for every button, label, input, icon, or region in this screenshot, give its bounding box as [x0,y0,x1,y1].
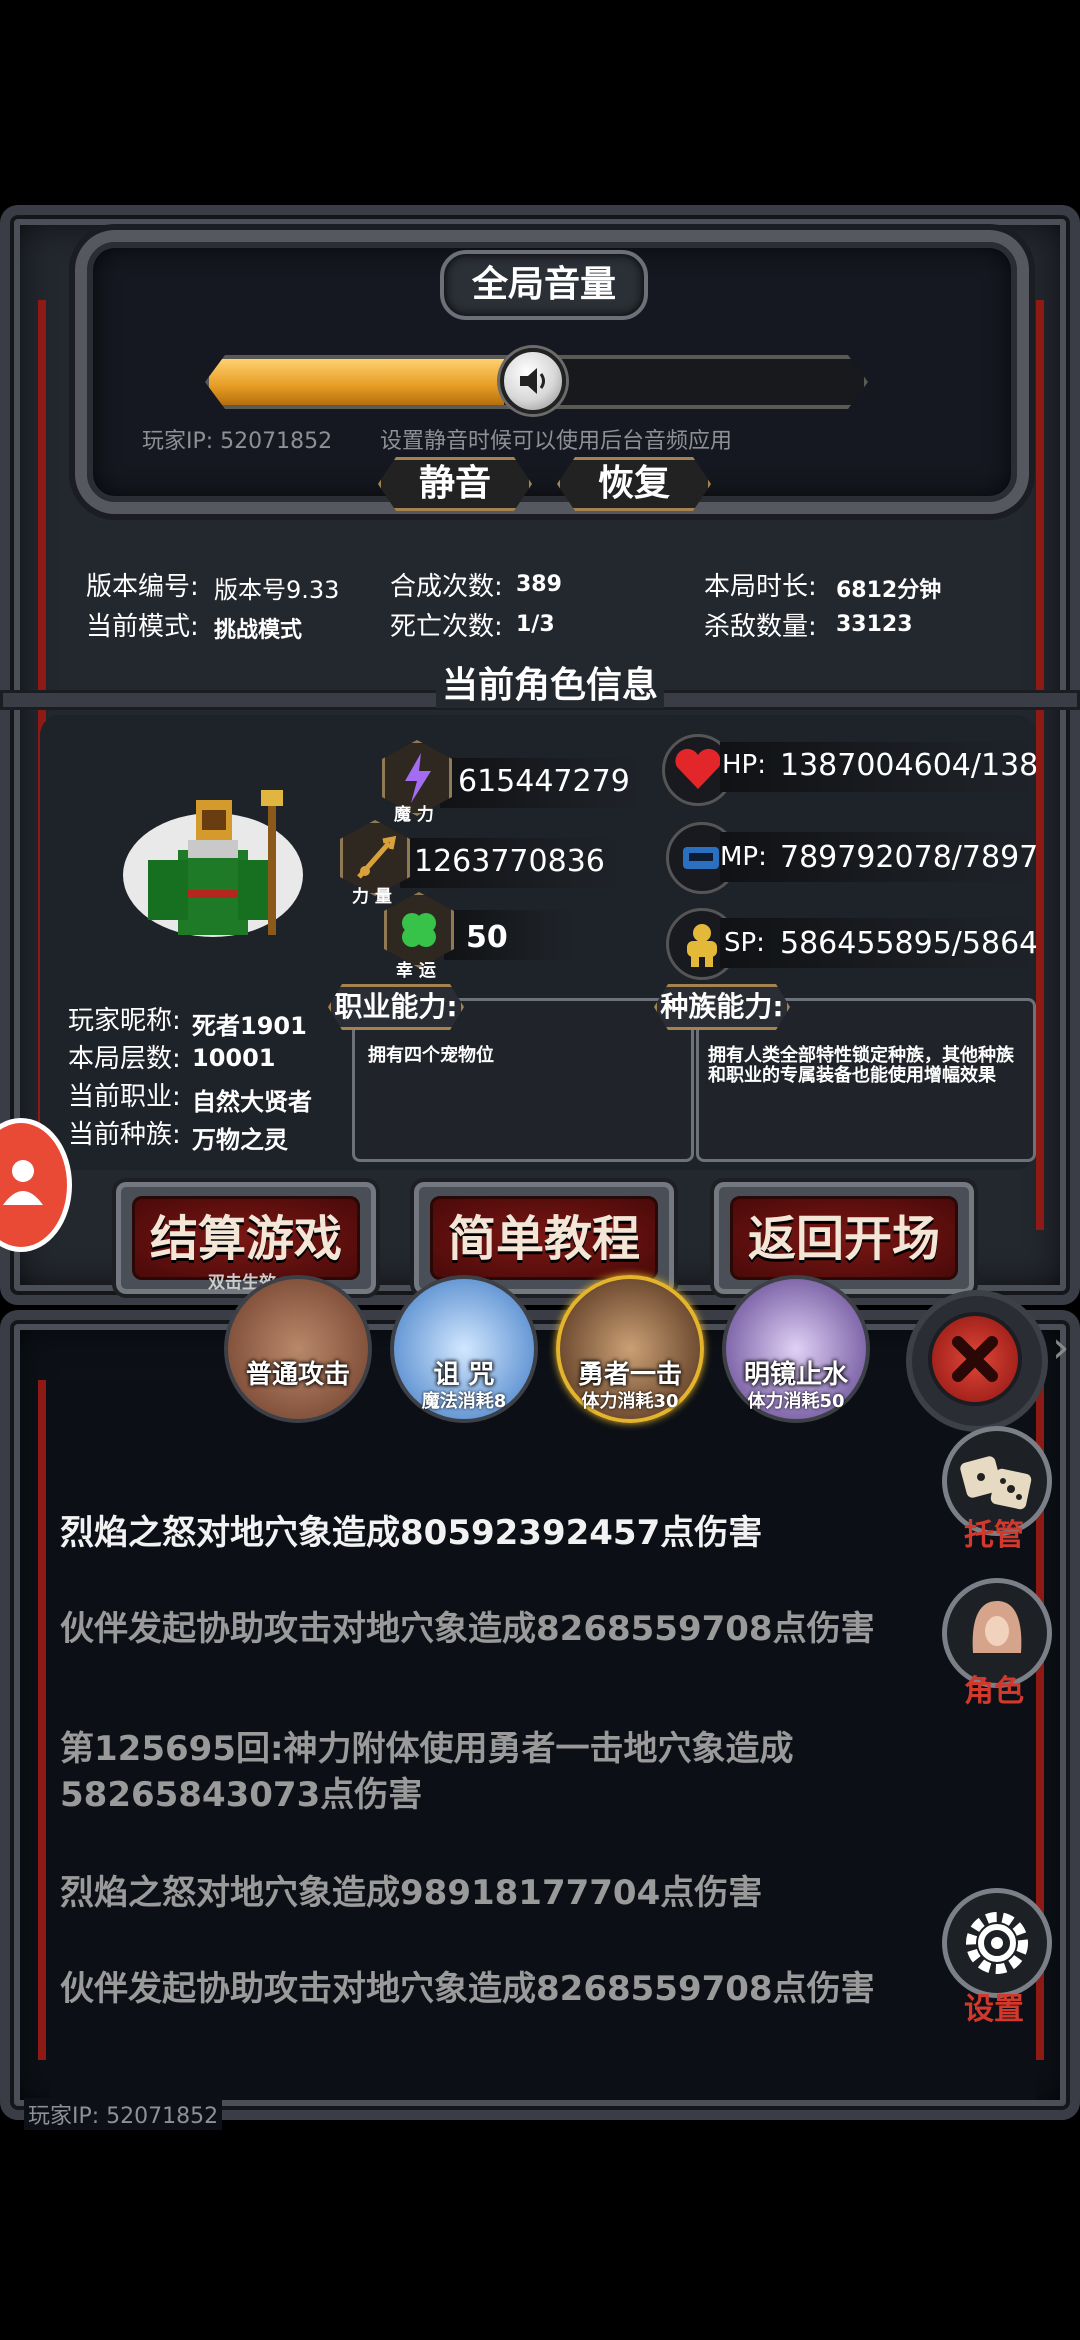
log-line: 伙伴发起协助攻击对地穴象造成8268559708点伤害 [60,1609,875,1649]
volume-fill [209,359,504,405]
luck-band [444,910,574,960]
frame-edge-right [1036,300,1044,1230]
mp-value: 789792078/78979 [780,840,1036,875]
skill-mirror-water[interactable]: 明镜止水 体力消耗50 [722,1275,870,1423]
close-button[interactable] [906,1290,1048,1432]
sp-value: 586455895/58645 [780,926,1036,961]
skill-normal-attack[interactable]: 普通攻击 [224,1275,372,1423]
floor-label: 本局层数: [68,1044,181,1074]
sp-label: SP: [724,928,765,958]
chevron-right-icon[interactable]: › [1052,1322,1070,1373]
version-value: 版本号9.33 [214,576,340,604]
skill-hero-strike-name: 勇者一击 [577,1360,682,1390]
back-to-start-button[interactable]: 返回开场 [710,1178,978,1298]
log-line: 第125695回:神力附体使用勇者一击地穴象造成58265843073点伤害 [60,1729,794,1815]
volume-hint: 设置静音时候可以使用后台音频应用 [380,429,733,454]
nickname-label: 玩家昵称: [68,1006,181,1036]
user-icon [3,1160,43,1205]
tutorial-label: 简单教程 [430,1196,658,1280]
log-line: 烈焰之怒对地穴象造成80592392457点伤害 [60,1513,763,1553]
luck-caption: 幸 运 [396,961,436,981]
duration-label: 本局时长: [704,572,817,602]
kills-value: 33123 [836,612,913,637]
volume-player-ip: 玩家IP: 52071852 [142,429,333,454]
skill-normal-attack-name: 普通攻击 [245,1360,350,1390]
luck-value: 50 [466,920,508,955]
magic-caption: 魔 力 [394,805,434,825]
character-title: 当前角色信息 [436,656,665,708]
mute-button[interactable]: 静音 [378,457,532,511]
mp-label: MP: [720,842,767,872]
strength-value: 1263770836 [414,844,605,879]
battle-edge-left [38,1380,46,2060]
character-avatar [123,790,303,937]
death-value: 1/3 [516,612,555,637]
nickname-value: 死者1901 [192,1012,307,1040]
race-label: 当前种族: [68,1120,181,1150]
hp-label: HP: [722,750,766,780]
skill-hero-strike[interactable]: 勇者一击 体力消耗30 [556,1275,704,1423]
skill-curse-name: 诅 咒 [433,1360,495,1390]
volume-title: 全局音量 [440,250,648,320]
settings-button[interactable] [942,1888,1052,1998]
mode-value: 挑战模式 [214,618,303,643]
settings-label: 设置 [964,1992,1024,2027]
footer-player-ip: 玩家IP: 52071852 [24,2098,223,2130]
close-icon [928,1312,1022,1406]
log-line: 伙伴发起协助攻击对地穴象造成8268559708点伤害 [60,1969,875,2009]
job-ability-text: 拥有四个宠物位 [368,1045,494,1066]
race-ability-tag: 种族能力: [654,984,790,1030]
gear-icon [966,1912,1028,1974]
mode-label: 当前模式: [86,612,199,642]
job-ability-tag: 职业能力: [328,984,464,1030]
duration-value: 6812分钟 [836,578,942,603]
restore-button[interactable]: 恢复 [557,457,711,511]
magic-value: 615447279 [458,764,630,799]
skill-mirror-water-name: 明镜止水 [743,1360,848,1390]
race-ability-text: 拥有人类全部特性锁定种族，其他种族和职业的专属装备也能使用增幅效果 [708,1045,1014,1086]
hp-value: 1387004604/1387 [780,748,1036,783]
synth-value: 389 [516,572,562,597]
job-label: 当前职业: [68,1082,181,1112]
race-value: 万物之灵 [192,1126,288,1154]
volume-knob[interactable] [500,348,566,414]
back-to-start-label: 返回开场 [730,1196,958,1280]
skill-curse-cost: 魔法消耗8 [421,1391,507,1412]
speaker-icon [520,368,545,394]
log-line: 烈焰之怒对地穴象造成98918177704点伤害 [60,1873,763,1913]
skill-hero-strike-cost: 体力消耗30 [581,1391,679,1412]
skill-mirror-water-cost: 体力消耗50 [747,1391,845,1412]
role-label: 角色 [964,1674,1024,1709]
strength-caption: 力 量 [352,887,392,907]
kills-label: 杀敌数量: [704,612,817,642]
floor-value: 10001 [192,1044,276,1072]
job-value: 自然大贤者 [192,1088,312,1116]
auto-play-label: 托管 [964,1518,1024,1553]
death-label: 死亡次数: [390,612,503,642]
version-label: 版本编号: [86,572,199,602]
skill-curse[interactable]: 诅 咒 魔法消耗8 [390,1275,538,1423]
synth-label: 合成次数: [390,572,503,602]
